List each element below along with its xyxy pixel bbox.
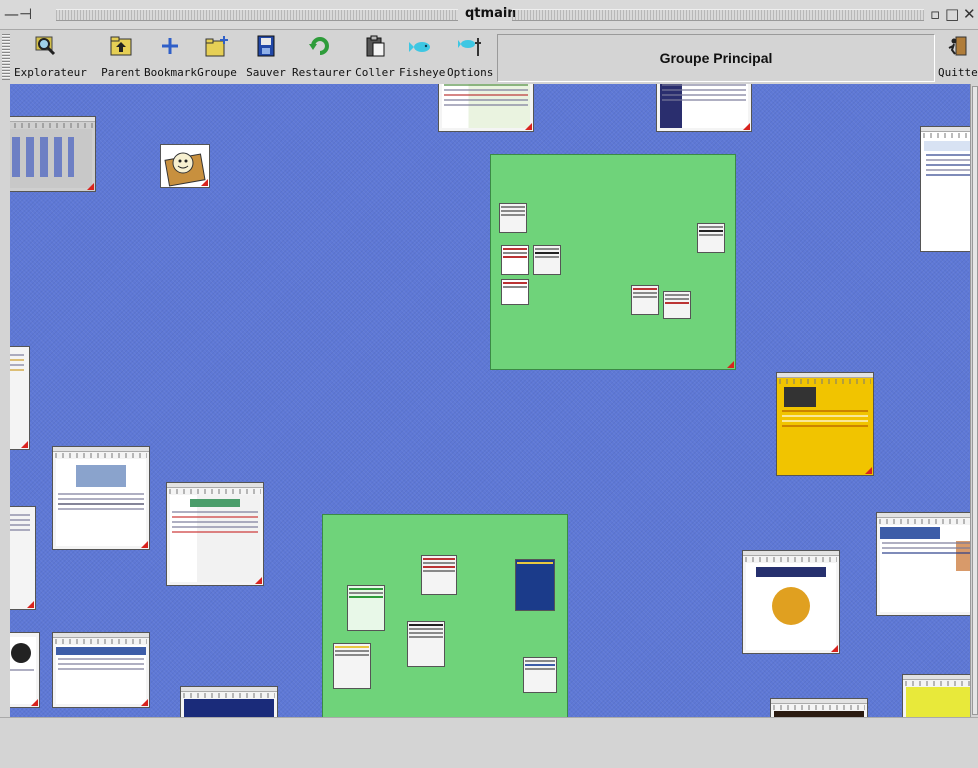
- restaurer-button[interactable]: Restaurer: [292, 32, 352, 82]
- page-thumbnail[interactable]: [166, 482, 264, 586]
- parent-label: Parent: [101, 66, 141, 79]
- title-grip: [56, 9, 458, 21]
- page-thumbnail[interactable]: [438, 84, 534, 132]
- scrollbar-thumb[interactable]: [972, 86, 978, 715]
- mini-thumbnail[interactable]: [663, 291, 691, 319]
- page-thumbnail[interactable]: [656, 84, 752, 132]
- parent-button[interactable]: Parent: [100, 32, 142, 82]
- maximize-icon[interactable]: □: [945, 4, 959, 24]
- vertical-scrollbar[interactable]: [970, 84, 978, 717]
- folder-thumbnail[interactable]: [160, 144, 210, 188]
- page-thumbnail[interactable]: [10, 632, 40, 708]
- exit-door-icon: [946, 34, 970, 58]
- restaurer-label: Restaurer: [292, 66, 352, 79]
- bookmark-canvas[interactable]: [10, 84, 970, 717]
- window-menu-icon[interactable]: —⊣: [4, 4, 32, 24]
- mini-thumbnail[interactable]: [407, 621, 445, 667]
- mini-thumbnail[interactable]: [421, 555, 457, 595]
- mini-thumbnail[interactable]: [533, 245, 561, 275]
- new-folder-icon: [205, 34, 229, 58]
- group-panel[interactable]: [490, 154, 736, 370]
- coller-label: Coller: [355, 66, 395, 79]
- resize-corner[interactable]: [743, 123, 750, 130]
- mini-thumbnail[interactable]: [333, 643, 371, 689]
- page-thumbnail[interactable]: [920, 126, 970, 252]
- bookmark-label: Bookmark: [144, 66, 197, 79]
- page-thumbnail[interactable]: [52, 632, 150, 708]
- resize-corner[interactable]: [31, 699, 38, 706]
- mini-thumbnail[interactable]: [631, 285, 659, 315]
- mini-thumbnail[interactable]: [697, 223, 725, 253]
- page-thumbnail[interactable]: [770, 698, 868, 717]
- close-icon[interactable]: ✕: [963, 4, 976, 24]
- window-title-bar[interactable]: —⊣ qtmain ▫ □ ✕: [0, 0, 978, 30]
- fisheye-label: Fisheye: [399, 66, 446, 79]
- resize-corner[interactable]: [141, 699, 148, 706]
- mini-thumbnail[interactable]: [347, 585, 385, 631]
- title-grip: [512, 9, 924, 21]
- mini-thumbnail[interactable]: [523, 657, 557, 693]
- mini-thumbnail[interactable]: [501, 245, 529, 275]
- toolbar-handle[interactable]: [2, 34, 10, 80]
- mini-thumbnail[interactable]: [501, 279, 529, 305]
- mini-thumbnail[interactable]: [499, 203, 527, 233]
- window-title: qtmain: [465, 6, 517, 21]
- fish-options-icon: [458, 34, 482, 58]
- sauver-label: Sauver: [246, 66, 286, 79]
- group-panel[interactable]: [322, 514, 568, 717]
- fish-icon: [409, 34, 433, 58]
- groupe-label: Groupe: [197, 66, 237, 79]
- minimize-icon[interactable]: ▫: [930, 4, 940, 24]
- quitter-label: Quitter: [938, 66, 978, 79]
- folder-up-icon: [109, 34, 133, 58]
- status-bar: [0, 717, 978, 768]
- explorateur-label: Explorateur: [14, 66, 87, 79]
- page-thumbnail[interactable]: [902, 674, 970, 717]
- fisheye-button[interactable]: Fisheye: [399, 32, 446, 82]
- resize-corner[interactable]: [87, 183, 94, 190]
- page-thumbnail[interactable]: [180, 686, 278, 717]
- page-thumbnail[interactable]: [52, 446, 150, 550]
- current-group-title: Groupe Principal: [497, 34, 935, 82]
- plus-icon: [158, 34, 182, 58]
- resize-corner[interactable]: [865, 467, 872, 474]
- resize-corner[interactable]: [201, 179, 208, 186]
- sauver-button[interactable]: Sauver: [245, 32, 287, 82]
- resize-corner[interactable]: [141, 541, 148, 548]
- save-icon: [254, 34, 278, 58]
- page-thumbnail[interactable]: [876, 512, 970, 616]
- mini-thumbnail[interactable]: [515, 559, 555, 611]
- resize-corner[interactable]: [255, 577, 262, 584]
- bookmark-button[interactable]: Bookmark: [144, 32, 197, 82]
- page-thumbnail[interactable]: [742, 550, 840, 654]
- restore-icon: [308, 34, 332, 58]
- groupe-button[interactable]: Groupe: [197, 32, 237, 82]
- page-thumbnail[interactable]: [10, 346, 30, 450]
- resize-corner[interactable]: [727, 361, 734, 368]
- resize-corner[interactable]: [525, 123, 532, 130]
- main-toolbar: Explorateur Parent Bookmark Groupe Sauve…: [0, 30, 978, 84]
- magnifier-icon: [33, 34, 57, 58]
- page-thumbnail[interactable]: [10, 506, 36, 610]
- clipboard-icon: [363, 34, 387, 58]
- explorateur-button[interactable]: Explorateur: [14, 32, 87, 82]
- page-thumbnail[interactable]: [10, 116, 96, 192]
- options-button[interactable]: Options: [447, 32, 493, 82]
- options-label: Options: [447, 66, 494, 79]
- quitter-button[interactable]: Quitter: [938, 32, 978, 82]
- page-thumbnail[interactable]: [776, 372, 874, 476]
- resize-corner[interactable]: [21, 441, 28, 448]
- coller-button[interactable]: Coller: [354, 32, 396, 82]
- resize-corner[interactable]: [831, 645, 838, 652]
- resize-corner[interactable]: [27, 601, 34, 608]
